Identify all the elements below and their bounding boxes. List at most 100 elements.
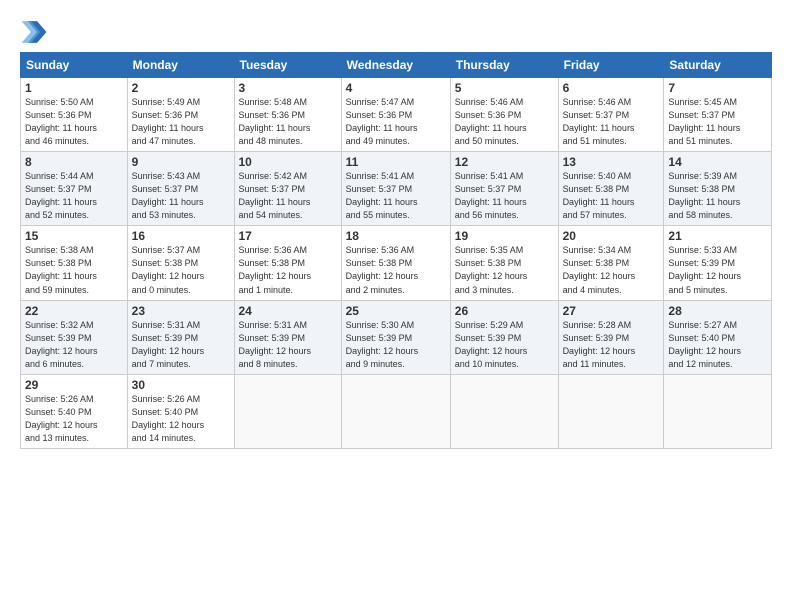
calendar-cell: 21Sunrise: 5:33 AM Sunset: 5:39 PM Dayli… [664,226,772,300]
col-header-wednesday: Wednesday [341,53,450,78]
day-info: Sunrise: 5:38 AM Sunset: 5:38 PM Dayligh… [25,244,123,296]
calendar-cell [234,374,341,448]
day-number: 28 [668,304,767,318]
day-number: 7 [668,81,767,95]
day-number: 18 [346,229,446,243]
day-number: 13 [563,155,660,169]
day-info: Sunrise: 5:29 AM Sunset: 5:39 PM Dayligh… [455,319,554,371]
day-info: Sunrise: 5:32 AM Sunset: 5:39 PM Dayligh… [25,319,123,371]
day-info: Sunrise: 5:37 AM Sunset: 5:38 PM Dayligh… [132,244,230,296]
calendar-cell: 1Sunrise: 5:50 AM Sunset: 5:36 PM Daylig… [21,78,128,152]
col-header-tuesday: Tuesday [234,53,341,78]
calendar-cell: 9Sunrise: 5:43 AM Sunset: 5:37 PM Daylig… [127,152,234,226]
page: SundayMondayTuesdayWednesdayThursdayFrid… [0,0,792,612]
col-header-monday: Monday [127,53,234,78]
day-info: Sunrise: 5:34 AM Sunset: 5:38 PM Dayligh… [563,244,660,296]
day-info: Sunrise: 5:46 AM Sunset: 5:36 PM Dayligh… [455,96,554,148]
calendar-cell: 4Sunrise: 5:47 AM Sunset: 5:36 PM Daylig… [341,78,450,152]
day-info: Sunrise: 5:41 AM Sunset: 5:37 PM Dayligh… [455,170,554,222]
day-info: Sunrise: 5:47 AM Sunset: 5:36 PM Dayligh… [346,96,446,148]
logo-icon [20,18,48,46]
day-info: Sunrise: 5:44 AM Sunset: 5:37 PM Dayligh… [25,170,123,222]
day-number: 12 [455,155,554,169]
day-number: 20 [563,229,660,243]
calendar-cell [341,374,450,448]
day-number: 27 [563,304,660,318]
day-number: 8 [25,155,123,169]
day-number: 2 [132,81,230,95]
day-number: 10 [239,155,337,169]
calendar-cell: 26Sunrise: 5:29 AM Sunset: 5:39 PM Dayli… [450,300,558,374]
col-header-thursday: Thursday [450,53,558,78]
calendar-cell: 3Sunrise: 5:48 AM Sunset: 5:36 PM Daylig… [234,78,341,152]
day-number: 17 [239,229,337,243]
calendar-cell: 17Sunrise: 5:36 AM Sunset: 5:38 PM Dayli… [234,226,341,300]
week-row-4: 22Sunrise: 5:32 AM Sunset: 5:39 PM Dayli… [21,300,772,374]
calendar-cell: 16Sunrise: 5:37 AM Sunset: 5:38 PM Dayli… [127,226,234,300]
calendar-cell: 13Sunrise: 5:40 AM Sunset: 5:38 PM Dayli… [558,152,664,226]
calendar: SundayMondayTuesdayWednesdayThursdayFrid… [20,52,772,449]
day-info: Sunrise: 5:28 AM Sunset: 5:39 PM Dayligh… [563,319,660,371]
calendar-cell: 23Sunrise: 5:31 AM Sunset: 5:39 PM Dayli… [127,300,234,374]
week-row-5: 29Sunrise: 5:26 AM Sunset: 5:40 PM Dayli… [21,374,772,448]
calendar-cell: 29Sunrise: 5:26 AM Sunset: 5:40 PM Dayli… [21,374,128,448]
week-row-3: 15Sunrise: 5:38 AM Sunset: 5:38 PM Dayli… [21,226,772,300]
day-number: 14 [668,155,767,169]
calendar-cell: 6Sunrise: 5:46 AM Sunset: 5:37 PM Daylig… [558,78,664,152]
day-info: Sunrise: 5:49 AM Sunset: 5:36 PM Dayligh… [132,96,230,148]
week-row-1: 1Sunrise: 5:50 AM Sunset: 5:36 PM Daylig… [21,78,772,152]
day-info: Sunrise: 5:35 AM Sunset: 5:38 PM Dayligh… [455,244,554,296]
calendar-cell: 18Sunrise: 5:36 AM Sunset: 5:38 PM Dayli… [341,226,450,300]
calendar-cell: 24Sunrise: 5:31 AM Sunset: 5:39 PM Dayli… [234,300,341,374]
day-number: 29 [25,378,123,392]
calendar-cell: 22Sunrise: 5:32 AM Sunset: 5:39 PM Dayli… [21,300,128,374]
calendar-cell: 28Sunrise: 5:27 AM Sunset: 5:40 PM Dayli… [664,300,772,374]
calendar-cell: 10Sunrise: 5:42 AM Sunset: 5:37 PM Dayli… [234,152,341,226]
day-info: Sunrise: 5:50 AM Sunset: 5:36 PM Dayligh… [25,96,123,148]
day-number: 3 [239,81,337,95]
day-info: Sunrise: 5:39 AM Sunset: 5:38 PM Dayligh… [668,170,767,222]
day-number: 21 [668,229,767,243]
day-info: Sunrise: 5:41 AM Sunset: 5:37 PM Dayligh… [346,170,446,222]
day-info: Sunrise: 5:48 AM Sunset: 5:36 PM Dayligh… [239,96,337,148]
day-number: 9 [132,155,230,169]
day-info: Sunrise: 5:43 AM Sunset: 5:37 PM Dayligh… [132,170,230,222]
day-info: Sunrise: 5:42 AM Sunset: 5:37 PM Dayligh… [239,170,337,222]
day-number: 26 [455,304,554,318]
logo [20,18,52,46]
day-number: 22 [25,304,123,318]
week-row-2: 8Sunrise: 5:44 AM Sunset: 5:37 PM Daylig… [21,152,772,226]
calendar-cell: 5Sunrise: 5:46 AM Sunset: 5:36 PM Daylig… [450,78,558,152]
day-number: 15 [25,229,123,243]
header-row: SundayMondayTuesdayWednesdayThursdayFrid… [21,53,772,78]
calendar-cell: 25Sunrise: 5:30 AM Sunset: 5:39 PM Dayli… [341,300,450,374]
day-info: Sunrise: 5:31 AM Sunset: 5:39 PM Dayligh… [132,319,230,371]
day-info: Sunrise: 5:36 AM Sunset: 5:38 PM Dayligh… [346,244,446,296]
calendar-cell: 2Sunrise: 5:49 AM Sunset: 5:36 PM Daylig… [127,78,234,152]
day-number: 11 [346,155,446,169]
calendar-cell [450,374,558,448]
day-number: 16 [132,229,230,243]
header [20,18,772,46]
col-header-sunday: Sunday [21,53,128,78]
day-number: 25 [346,304,446,318]
calendar-cell: 27Sunrise: 5:28 AM Sunset: 5:39 PM Dayli… [558,300,664,374]
calendar-cell [664,374,772,448]
calendar-cell: 14Sunrise: 5:39 AM Sunset: 5:38 PM Dayli… [664,152,772,226]
day-number: 24 [239,304,337,318]
day-info: Sunrise: 5:26 AM Sunset: 5:40 PM Dayligh… [25,393,123,445]
calendar-cell [558,374,664,448]
calendar-cell: 15Sunrise: 5:38 AM Sunset: 5:38 PM Dayli… [21,226,128,300]
day-info: Sunrise: 5:31 AM Sunset: 5:39 PM Dayligh… [239,319,337,371]
day-number: 1 [25,81,123,95]
col-header-friday: Friday [558,53,664,78]
day-info: Sunrise: 5:26 AM Sunset: 5:40 PM Dayligh… [132,393,230,445]
day-number: 19 [455,229,554,243]
day-info: Sunrise: 5:40 AM Sunset: 5:38 PM Dayligh… [563,170,660,222]
calendar-cell: 7Sunrise: 5:45 AM Sunset: 5:37 PM Daylig… [664,78,772,152]
day-info: Sunrise: 5:46 AM Sunset: 5:37 PM Dayligh… [563,96,660,148]
calendar-cell: 20Sunrise: 5:34 AM Sunset: 5:38 PM Dayli… [558,226,664,300]
calendar-cell: 19Sunrise: 5:35 AM Sunset: 5:38 PM Dayli… [450,226,558,300]
day-number: 30 [132,378,230,392]
day-info: Sunrise: 5:30 AM Sunset: 5:39 PM Dayligh… [346,319,446,371]
